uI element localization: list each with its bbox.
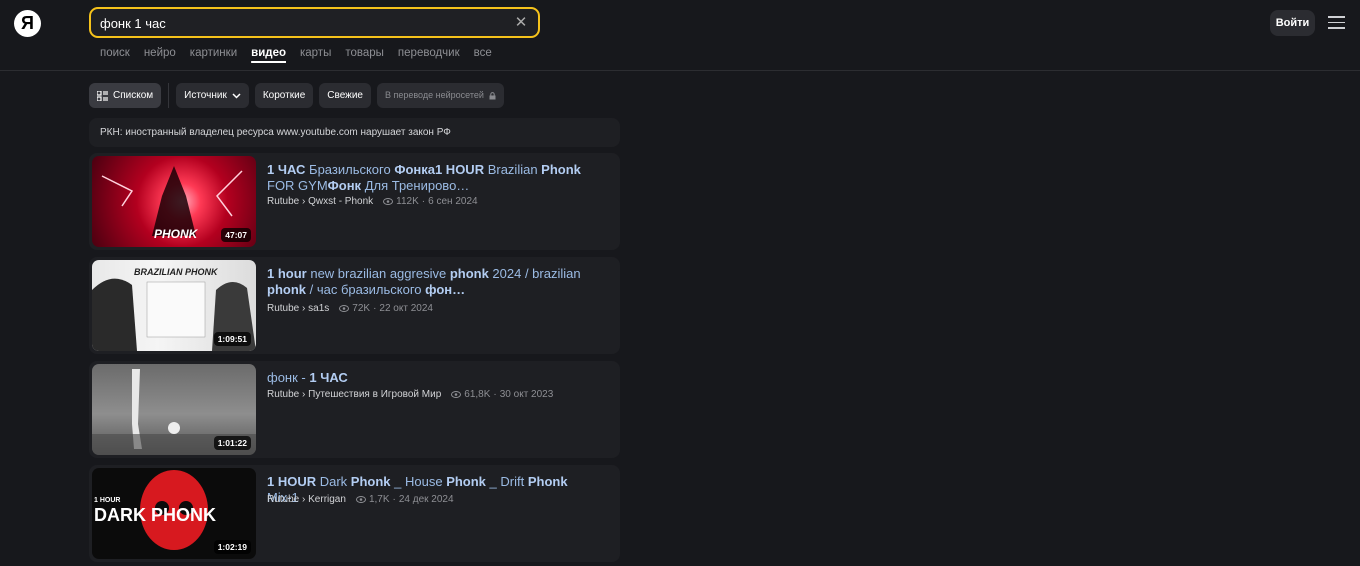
tab-video[interactable]: видео <box>251 47 286 59</box>
list-icon <box>97 90 108 101</box>
video-meta: Rutube › Kerrigan 1,7K · 24 дек 2024 <box>267 494 454 505</box>
title-text: Brazilian <box>484 162 542 177</box>
title-highlight: phonk <box>267 282 306 297</box>
title-highlight: Фонк <box>327 178 362 193</box>
view-count: 61,8K <box>464 389 491 400</box>
video-card[interactable]: 1:01:22 фонк - 1 ЧАС Rutube › Путешестви… <box>89 361 620 458</box>
chevron-down-icon <box>232 92 241 99</box>
title-highlight: Phonk <box>350 474 391 489</box>
title-highlight: Phonk <box>527 474 568 489</box>
separator: · <box>421 196 426 207</box>
video-thumbnail[interactable]: 1 HOUR DARK PHONK 1:02:19 <box>92 468 256 559</box>
eye-icon <box>355 496 366 503</box>
header: Я ✕ поиск нейро картинки видео карты тов… <box>0 0 1360 71</box>
title-highlight: Phonk <box>541 162 581 177</box>
short-filter-button[interactable]: Короткие <box>254 83 314 108</box>
title-text: FOR GYM <box>267 178 328 193</box>
tab-products[interactable]: товары <box>345 47 384 59</box>
title-text: _ Drift <box>485 474 528 489</box>
clear-icon[interactable]: ✕ <box>512 14 530 32</box>
svg-text:DARK PHONK: DARK PHONK <box>94 505 216 525</box>
title-text: фонк <box>267 370 298 385</box>
tab-neuro[interactable]: нейро <box>144 47 176 59</box>
svg-text:PHONK: PHONK <box>154 227 199 241</box>
video-meta: Rutube › Путешествия в Игровой Мир 61,8K… <box>267 389 553 400</box>
video-thumbnail[interactable]: BRAZILIAN PHONK 1:09:51 <box>92 260 256 351</box>
video-source: Rutube › Путешествия в Игровой Мир <box>267 389 442 400</box>
title-text: _ House <box>390 474 447 489</box>
title-text: - <box>297 370 310 385</box>
tab-maps[interactable]: карты <box>300 47 331 59</box>
eye-icon <box>339 305 350 312</box>
separator: · <box>373 303 377 314</box>
tab-images[interactable]: картинки <box>190 47 237 59</box>
filter-bar: Списком Источник Короткие Свежие В перев… <box>89 83 504 108</box>
search-input[interactable] <box>100 13 500 33</box>
video-title[interactable]: 1 ЧАС Бразильского Фонка1 HOUR Brazilian… <box>267 162 587 194</box>
search-box[interactable]: ✕ <box>89 7 540 38</box>
eye-icon <box>451 391 462 398</box>
source-label: Источник <box>184 90 227 101</box>
title-highlight: 1 ЧАС <box>267 162 306 177</box>
video-title[interactable]: фонк - 1 ЧАС <box>267 370 587 386</box>
svg-text:BRAZILIAN PHONK: BRAZILIAN PHONK <box>134 267 219 277</box>
video-meta: Rutube › sa1s 72K · 22 окт 2024 <box>267 303 433 314</box>
rkn-notice: РКН: иностранный владелец ресурса www.yo… <box>89 118 620 147</box>
title-text: / час бразильского <box>306 282 426 297</box>
tab-translator[interactable]: переводчик <box>398 47 460 59</box>
video-meta: Rutube › Qwxst - Phonk 112K · 6 сен 2024 <box>267 196 478 207</box>
video-source: Rutube › Qwxst - Phonk <box>267 196 374 207</box>
duration-badge: 1:02:19 <box>213 540 251 554</box>
title-highlight: Фонка1 HOUR <box>394 162 485 177</box>
search-tabs: поиск нейро картинки видео карты товары … <box>100 47 492 59</box>
neural-translation-label: В переводе нейросетей <box>384 90 484 100</box>
video-source: Rutube › Kerrigan <box>267 494 346 505</box>
eye-icon <box>383 198 394 205</box>
title-text: 2024 / brazilian <box>488 266 581 281</box>
separator: · <box>392 494 396 505</box>
publish-date: 30 окт 2023 <box>499 389 554 400</box>
tab-search[interactable]: поиск <box>100 47 130 59</box>
title-highlight: фон… <box>425 282 466 297</box>
list-view-button[interactable]: Списком <box>89 83 162 108</box>
neural-translation-button[interactable]: В переводе нейросетей <box>376 83 504 108</box>
filter-divider <box>168 83 170 108</box>
title-highlight: 1 ЧАС <box>309 370 348 385</box>
title-highlight: Phonk <box>446 474 486 489</box>
view-count: 1,7K <box>368 494 390 505</box>
list-view-label: Списком <box>113 90 154 101</box>
svg-text:1 HOUR: 1 HOUR <box>94 497 120 504</box>
tab-all[interactable]: все <box>474 47 492 59</box>
title-highlight: 1 HOUR <box>267 474 317 489</box>
yandex-logo[interactable]: Я <box>14 10 41 37</box>
title-highlight: 1 hour <box>267 266 307 281</box>
video-card[interactable]: PHONK 47:07 1 ЧАС Бразильского Фонка1 HO… <box>89 153 620 250</box>
video-thumbnail[interactable]: PHONK 47:07 <box>92 156 256 247</box>
source-dropdown[interactable]: Источник <box>176 83 249 108</box>
separator: · <box>493 389 497 400</box>
title-text: Бразильского <box>305 162 395 177</box>
lock-icon <box>489 91 496 99</box>
duration-badge: 47:07 <box>221 228 251 242</box>
video-card[interactable]: 1 HOUR DARK PHONK 1:02:19 1 HOUR Dark Ph… <box>89 465 620 562</box>
duration-badge: 1:09:51 <box>213 332 251 346</box>
publish-date: 22 окт 2024 <box>379 303 433 314</box>
login-button[interactable]: Войти <box>1270 10 1315 36</box>
title-text: Dark <box>316 474 351 489</box>
view-count: 112K <box>396 196 419 207</box>
video-thumbnail[interactable]: 1:01:22 <box>92 364 256 455</box>
title-highlight: phonk <box>449 266 489 281</box>
title-text: Для Тренирово… <box>361 178 470 193</box>
publish-date: 24 дек 2024 <box>398 494 454 505</box>
view-count: 72K <box>352 303 371 314</box>
menu-icon[interactable] <box>1328 16 1345 29</box>
video-title[interactable]: 1 hour new brazilian aggresive phonk 202… <box>267 266 587 298</box>
duration-badge: 1:01:22 <box>213 436 251 450</box>
video-results: PHONK 47:07 1 ЧАС Бразильского Фонка1 HO… <box>89 153 620 566</box>
video-card[interactable]: BRAZILIAN PHONK 1:09:51 1 hour new brazi… <box>89 257 620 354</box>
fresh-filter-button[interactable]: Свежие <box>319 83 371 108</box>
publish-date: 6 сен 2024 <box>428 196 478 207</box>
title-text: new brazilian aggresive <box>306 266 450 281</box>
video-source: Rutube › sa1s <box>267 303 330 314</box>
